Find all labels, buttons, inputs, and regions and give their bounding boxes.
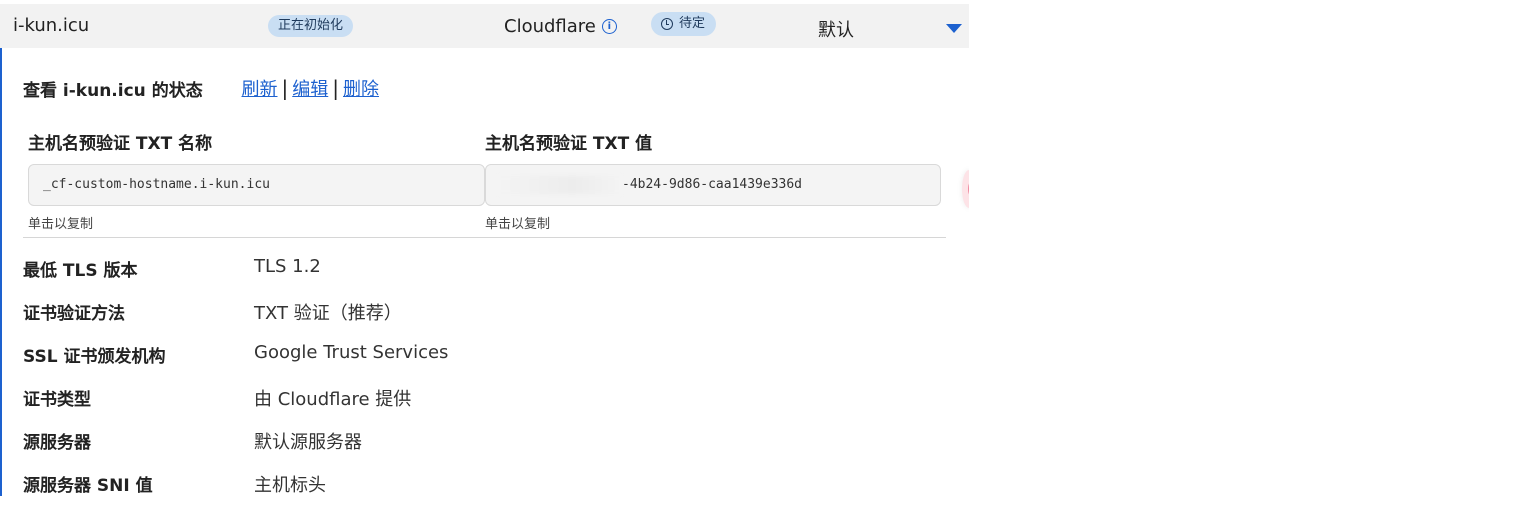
provider-cell: Cloudflare i <box>504 16 617 37</box>
hostname-cell: i-kun.icu <box>13 15 90 36</box>
info-icon[interactable]: i <box>601 19 617 34</box>
action-separator: | <box>281 76 289 100</box>
refresh-link[interactable]: 刷新 <box>242 75 278 101</box>
clock-icon <box>661 18 673 30</box>
detail-value: TXT 验证（推荐） <box>254 303 402 324</box>
txt-name-field[interactable]: _cf-custom-hostname.i-kun.icu <box>28 164 485 206</box>
hostname-status-badge: 待定 <box>651 12 717 36</box>
divider <box>23 237 946 238</box>
detail-value: 由 Cloudflare 提供 <box>254 389 412 410</box>
status-title: 查看 i-kun.icu 的状态 <box>23 81 203 101</box>
hostname-status-label: 待定 <box>679 16 706 31</box>
detail-key: 源服务器 SNI 值 <box>23 476 153 496</box>
detail-value: TLS 1.2 <box>254 256 321 277</box>
provider-label: Cloudflare <box>504 16 596 37</box>
custom-hostname-panel: i-kun.icu 正在初始化 Cloudflare i 待定 默认 查看 i-… <box>0 0 976 508</box>
delete-link[interactable]: 删除 <box>343 75 379 101</box>
action-separator: | <box>332 76 339 100</box>
edit-link[interactable]: 编辑 <box>292 75 328 101</box>
detail-key: 最低 TLS 版本 <box>23 261 138 281</box>
origin-cell: 默认 <box>818 20 854 41</box>
row-actions: 刷新 | 编辑 | 删除 <box>242 75 380 101</box>
copy-hint: 单击以复制 <box>28 217 94 232</box>
blank-area <box>969 0 1536 508</box>
detail-key: 源服务器 <box>23 433 91 453</box>
copy-hint: 单击以复制 <box>485 217 551 232</box>
caret-down-icon[interactable] <box>946 24 962 33</box>
txt-name-label: 主机名预验证 TXT 名称 <box>28 134 213 154</box>
detail-value: 默认源服务器 <box>254 432 362 453</box>
detail-key: SSL 证书颁发机构 <box>23 347 166 367</box>
certificate-status-badge: 正在初始化 <box>268 15 354 37</box>
detail-key: 证书类型 <box>23 390 91 410</box>
detail-value: Google Trust Services <box>254 342 449 363</box>
hostname-row[interactable]: i-kun.icu 正在初始化 Cloudflare i 待定 默认 <box>0 4 969 48</box>
txt-value-field[interactable]: -4b24-9d86-caa1439e336d <box>485 164 941 206</box>
txt-value-label: 主机名预验证 TXT 值 <box>485 134 653 154</box>
detail-key: 证书验证方法 <box>23 304 125 324</box>
txt-value-text: -4b24-9d86-caa1439e336d <box>622 177 803 192</box>
expanded-row-indicator <box>0 48 2 496</box>
detail-value: 主机标头 <box>254 475 326 496</box>
